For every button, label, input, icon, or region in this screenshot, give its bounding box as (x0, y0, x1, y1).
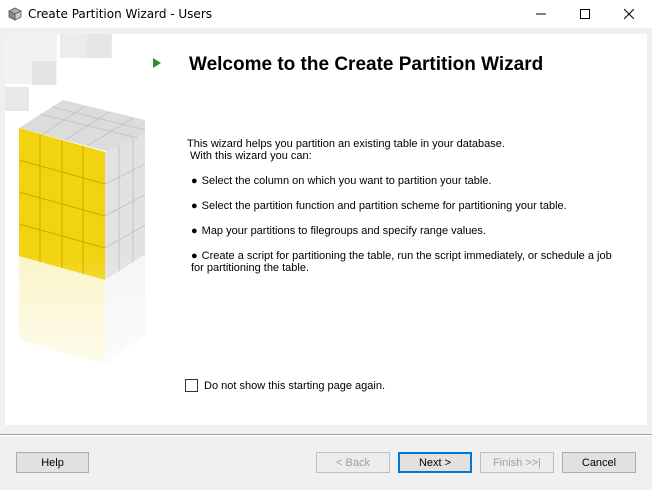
help-button[interactable]: Help (16, 452, 89, 473)
minimize-button[interactable] (518, 0, 564, 28)
wizard-description: This wizard helps you partition an exist… (187, 138, 627, 274)
bullet-icon: ● (191, 175, 198, 187)
cancel-button[interactable]: Cancel (562, 452, 636, 473)
maximize-button[interactable] (562, 0, 608, 28)
skip-start-page-option[interactable]: Do not show this starting page again. (185, 379, 385, 392)
bullet-icon: ● (191, 225, 198, 237)
page-title: Welcome to the Create Partition Wizard (189, 54, 544, 75)
back-button[interactable]: < Back (316, 452, 390, 473)
checkbox-label[interactable]: Do not show this starting page again. (204, 380, 385, 392)
title-bar: Create Partition Wizard - Users (0, 0, 652, 28)
list-item: ● Map your partitions to filegroups and s… (187, 225, 627, 237)
close-icon (624, 9, 634, 19)
list-item: ● Create a script for partitioning the ta… (187, 250, 627, 274)
list-item-text: Map your partitions to filegroups and sp… (201, 225, 486, 237)
window-title: Create Partition Wizard - Users (28, 7, 213, 21)
skip-start-page-checkbox[interactable] (185, 379, 198, 392)
bullet-icon: ● (191, 250, 198, 262)
footer-divider-highlight (0, 435, 652, 436)
wizard-content: Welcome to the Create Partition Wizard T… (5, 34, 647, 425)
intro-text-2: With this wizard you can: (190, 150, 312, 162)
cube-grid-illustration (5, 34, 145, 425)
close-button[interactable] (606, 0, 652, 28)
bullet-icon: ● (191, 200, 198, 212)
list-item-text: Select the column on which you want to p… (201, 175, 492, 187)
maximize-icon (580, 9, 590, 19)
list-item-text: Select the partition function and partit… (201, 200, 567, 212)
list-item: ● Select the column on which you want to … (187, 175, 627, 187)
list-item-text: Create a script for partitioning the tab… (191, 250, 612, 274)
list-item: ● Select the partition function and parti… (187, 200, 627, 212)
next-button[interactable]: Next > (398, 452, 472, 473)
current-step-arrow-icon (153, 58, 161, 68)
wizard-app-icon (8, 7, 22, 21)
minimize-icon (536, 13, 546, 15)
finish-button[interactable]: Finish >>| (480, 452, 554, 473)
intro-text: This wizard helps you partition an exist… (187, 138, 505, 150)
